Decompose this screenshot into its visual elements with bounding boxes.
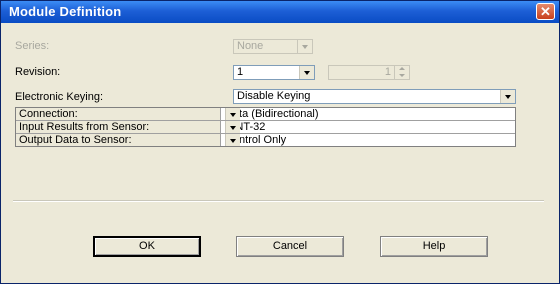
revision-minor-value: 1 <box>384 66 391 78</box>
grid-row-input[interactable]: Input Results from Sensor: SINT-32 <box>16 121 515 134</box>
revision-minor-spinner: 1 <box>328 65 410 80</box>
chevron-down-icon[interactable] <box>299 66 314 79</box>
series-value: None <box>237 40 264 52</box>
chevron-down-icon[interactable] <box>500 90 515 103</box>
chevron-down-icon[interactable] <box>225 134 240 146</box>
module-definition-dialog: Module Definition ✕ Series: None Revisio… <box>0 0 560 284</box>
connection-label: Connection: <box>19 108 78 120</box>
spinner-arrows-icon <box>394 66 409 79</box>
output-data-label: Output Data to Sensor: <box>19 134 132 146</box>
chevron-down-icon[interactable] <box>225 108 240 120</box>
help-button[interactable]: Help <box>380 236 488 257</box>
cancel-button[interactable]: Cancel <box>236 236 344 257</box>
separator-line <box>13 200 544 202</box>
chevron-down-icon[interactable] <box>225 121 240 133</box>
chevron-down-icon <box>297 40 312 53</box>
close-icon[interactable]: ✕ <box>536 3 555 20</box>
output-data-dropdown[interactable]: Control Only <box>221 134 515 146</box>
grid-label-cell: Input Results from Sensor: <box>16 121 221 133</box>
input-results-label: Input Results from Sensor: <box>19 121 150 133</box>
revision-major-value: 1 <box>237 66 244 78</box>
grid-row-output[interactable]: Output Data to Sensor: Control Only <box>16 134 515 146</box>
ok-button[interactable]: OK <box>93 236 201 257</box>
grid-label-cell: Connection: <box>16 108 221 120</box>
grid-row-connection[interactable]: Connection: Data (Bidirectional) <box>16 108 515 121</box>
series-dropdown: None <box>233 39 313 54</box>
connection-properties-grid: Connection: Data (Bidirectional) Input R… <box>15 107 516 147</box>
revision-label: Revision: <box>15 66 61 78</box>
grid-label-cell: Output Data to Sensor: <box>16 134 221 146</box>
dialog-title: Module Definition <box>9 4 122 19</box>
electronic-keying-dropdown[interactable]: Disable Keying <box>233 89 516 104</box>
electronic-keying-value: Disable Keying <box>237 90 311 102</box>
input-results-dropdown[interactable]: SINT-32 <box>221 121 515 133</box>
dialog-body: Series: None Revision: 1 1 Electronic Ke… <box>4 24 556 280</box>
electronic-keying-label: Electronic Keying: <box>15 91 104 103</box>
title-bar[interactable]: Module Definition ✕ <box>1 1 559 23</box>
revision-major-dropdown[interactable]: 1 <box>233 65 315 80</box>
connection-dropdown[interactable]: Data (Bidirectional) <box>221 108 515 120</box>
series-label: Series: <box>15 40 50 52</box>
